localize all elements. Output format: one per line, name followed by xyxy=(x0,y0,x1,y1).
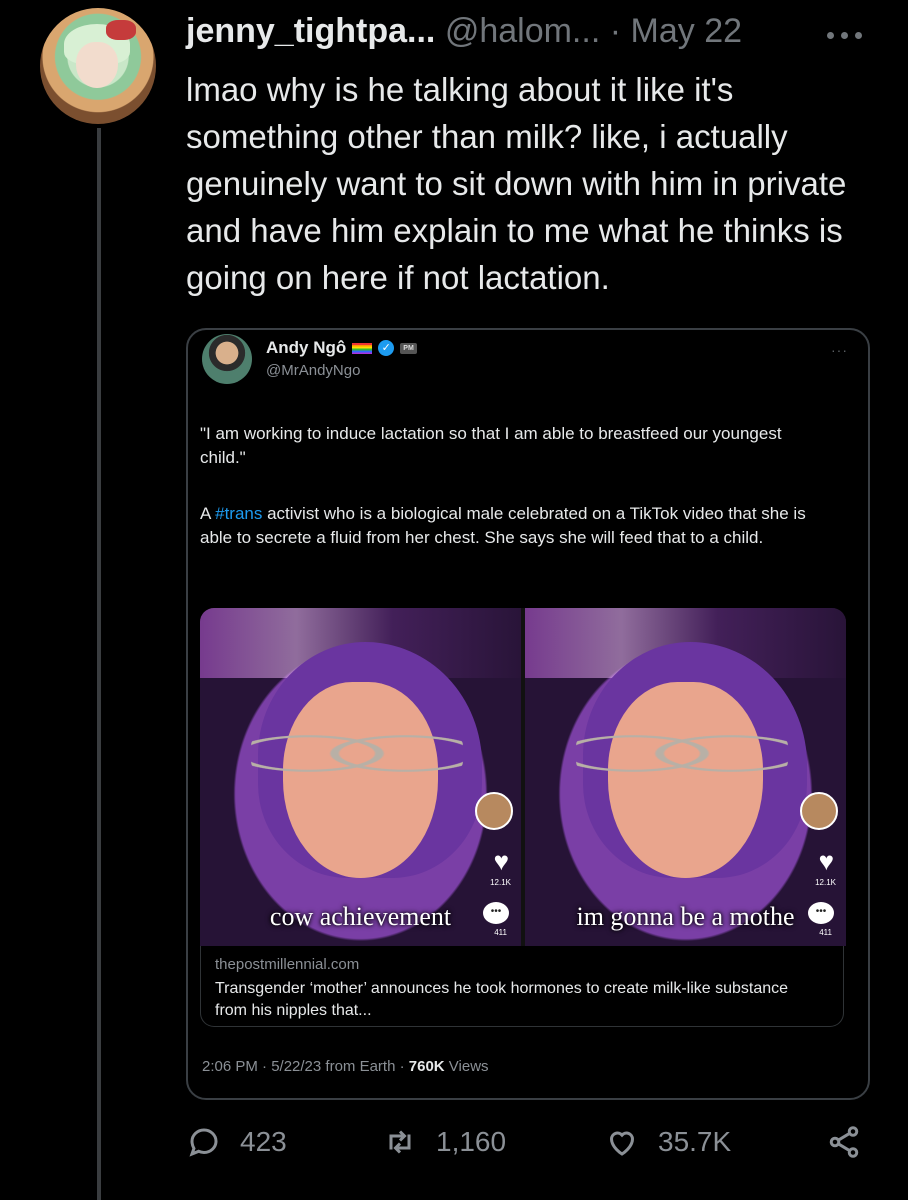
tiktok-avatar xyxy=(800,792,838,830)
reply-icon xyxy=(189,1128,218,1157)
quote-paragraph-2: A #trans activist who is a biological ma… xyxy=(200,502,830,550)
avatar-ribbon xyxy=(106,20,136,40)
like-button[interactable]: 35.7K xyxy=(604,1124,731,1160)
display-name[interactable]: jenny_tightpa... xyxy=(186,12,435,50)
quoted-tweet[interactable]: Andy Ngô ✓ PM @MrAndyNgo ··· "I am worki… xyxy=(186,328,870,1100)
quote-name-row: Andy Ngô ✓ PM xyxy=(266,338,417,358)
media-image-left[interactable]: ♥ 12.1K ••• 411 cow achievement xyxy=(200,608,521,946)
tweet-text: lmao why is he talking about it like it'… xyxy=(186,71,847,296)
views-count: 760K xyxy=(408,1058,445,1075)
quote-display-name[interactable]: Andy Ngô xyxy=(266,338,346,358)
glasses xyxy=(251,716,464,791)
separator: · xyxy=(609,12,622,50)
tweet-date[interactable]: May 22 xyxy=(631,12,743,50)
avatar[interactable] xyxy=(40,8,156,124)
quote-paragraph-1: "I am working to induce lactation so tha… xyxy=(200,424,782,467)
like-count: 35.7K xyxy=(658,1126,732,1157)
share-button[interactable] xyxy=(826,1124,862,1160)
card-title: Transgender ‘mother’ announces he took h… xyxy=(215,980,789,1019)
tweet-header: jenny_tightpa... @halom... · May 22 xyxy=(186,8,742,54)
tiktok-like-count: 12.1K xyxy=(815,878,836,887)
verified-icon: ✓ xyxy=(378,340,395,356)
rainbow-flag-icon xyxy=(352,342,373,354)
reply-button[interactable]: 423 xyxy=(186,1124,287,1160)
tiktok-heart-icon: ♥ xyxy=(493,846,509,876)
card-domain: thepostmillennial.com xyxy=(215,956,360,973)
quote-handle[interactable]: @MrAndyNgo xyxy=(266,362,360,379)
retweet-icon xyxy=(389,1130,411,1154)
handle[interactable]: @halom... xyxy=(445,12,600,50)
media-grid[interactable]: ♥ 12.1K ••• 411 cow achievement ♥ 12.1K … xyxy=(200,608,846,946)
quote-text-rest: activist who is a biological male celebr… xyxy=(200,504,806,547)
video-caption: cow achievement xyxy=(269,902,452,931)
retweet-count: 1,160 xyxy=(436,1126,507,1157)
glasses xyxy=(576,716,789,791)
quote-text-prefix: A xyxy=(200,504,216,523)
hashtag-link[interactable]: #trans xyxy=(215,504,262,523)
tiktok-avatar xyxy=(475,792,513,830)
quote-timestamp[interactable]: 2:06 PM · 5/22/23 from Earth · xyxy=(202,1058,409,1075)
thread-line xyxy=(97,128,101,1200)
tiktok-like-count: 12.1K xyxy=(490,878,511,887)
link-card[interactable]: thepostmillennial.com Transgender ‘mothe… xyxy=(200,946,844,1027)
views-label: Views xyxy=(444,1058,489,1075)
avatar-face xyxy=(76,42,118,88)
media-image-right[interactable]: ♥ 12.1K ••• 411 im gonna be a mothe xyxy=(525,608,846,946)
retweet-button[interactable]: 1,160 xyxy=(382,1124,506,1160)
reply-count: 423 xyxy=(240,1126,287,1157)
action-bar: 423 1,160 35.7K xyxy=(186,1124,876,1172)
quote-meta: 2:06 PM · 5/22/23 from Earth · 760K View… xyxy=(202,1058,489,1075)
share-icon xyxy=(829,1126,859,1158)
heart-icon xyxy=(609,1131,635,1156)
affiliation-badge: PM xyxy=(400,342,417,354)
quote-more-icon[interactable]: ··· xyxy=(831,342,848,358)
more-icon[interactable] xyxy=(822,20,866,50)
video-caption: im gonna be a mothe xyxy=(576,902,795,931)
tiktok-heart-icon: ♥ xyxy=(818,846,834,876)
quote-avatar[interactable] xyxy=(202,334,252,384)
